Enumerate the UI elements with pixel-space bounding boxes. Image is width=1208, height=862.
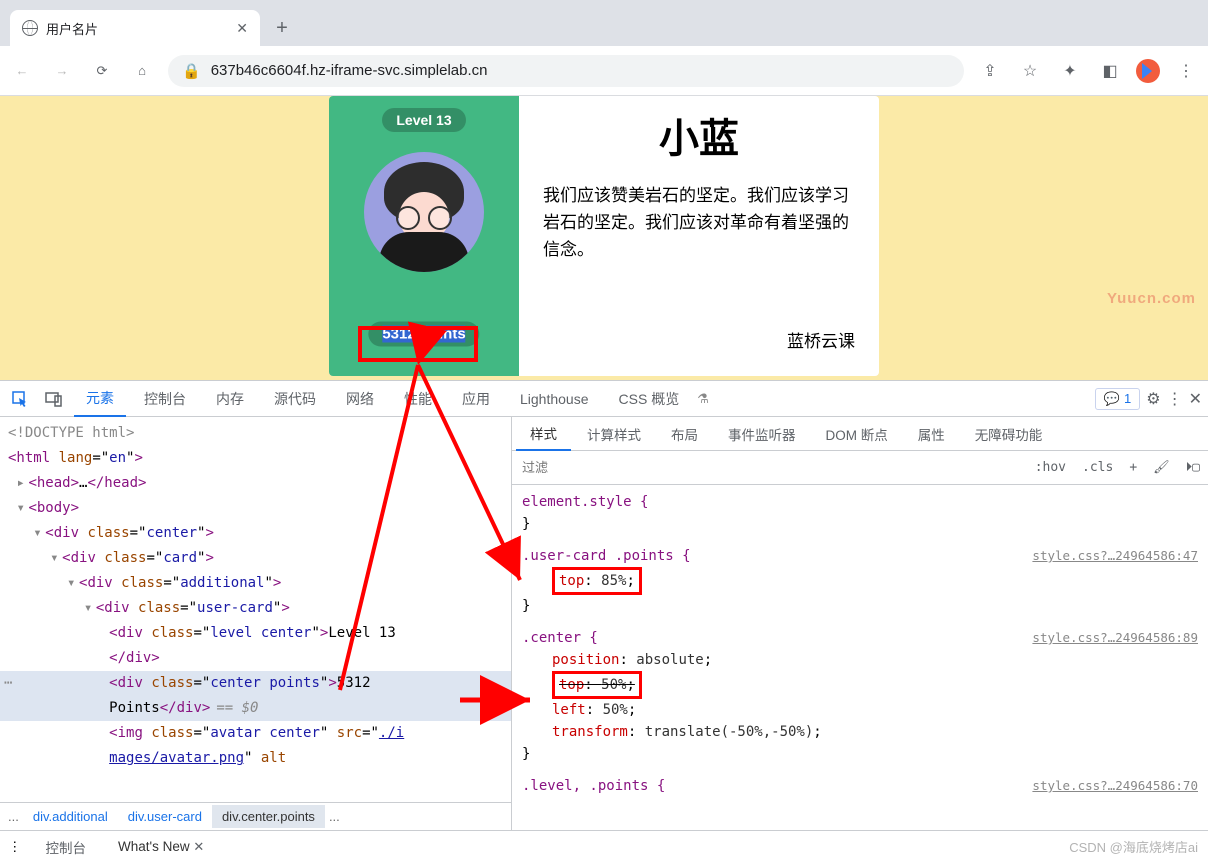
reload-icon[interactable]: ⟳ xyxy=(88,57,116,85)
more-icon[interactable]: ⋮ xyxy=(1167,389,1183,409)
extensions-icon[interactable]: ✦ xyxy=(1056,61,1084,81)
tab-elements[interactable]: 元素 xyxy=(74,380,126,417)
share-icon[interactable]: ⇪ xyxy=(976,61,1004,81)
panel-toggle-icon[interactable]: ⏵▢ xyxy=(1178,460,1208,475)
tab-console[interactable]: 控制台 xyxy=(132,381,198,417)
star-icon[interactable]: ☆ xyxy=(1016,61,1044,81)
card-name: 小蓝 xyxy=(543,106,855,164)
tab-styles[interactable]: 样式 xyxy=(516,417,571,451)
breadcrumb[interactable]: ... div.additional div.user-card div.cen… xyxy=(0,802,511,830)
annotation-box-points xyxy=(358,326,478,362)
tab-a11y[interactable]: 无障碍功能 xyxy=(961,417,1057,451)
tab-layout[interactable]: 布局 xyxy=(657,417,712,451)
browser-tab[interactable]: 用户名片 ✕ xyxy=(10,10,260,46)
nav-back-icon[interactable]: ← xyxy=(8,57,36,85)
url-bar: ← → ⟳ ⌂ 🔒 637b46c6604f.hz-iframe-svc.sim… xyxy=(0,46,1208,96)
card-right: 小蓝 我们应该赞美岩石的坚定。我们应该学习岩石的坚定。我们应该对革命有着坚强的信… xyxy=(519,96,879,376)
tab-memory[interactable]: 内存 xyxy=(204,381,256,417)
tab-title: 用户名片 xyxy=(46,19,228,38)
drawer-tab-console[interactable]: 控制台 xyxy=(38,833,95,861)
devtools: 元素 控制台 内存 源代码 网络 性能 应用 Lighthouse CSS 概览… xyxy=(0,380,1208,862)
tab-props[interactable]: 属性 xyxy=(904,417,959,451)
styles-panel: 样式 计算样式 布局 事件监听器 DOM 断点 属性 无障碍功能 :hov .c… xyxy=(512,417,1208,830)
page-viewport: Level 13 5312 Points 小蓝 我们应该赞美岩石的坚定。我们应该… xyxy=(0,96,1208,380)
tab-css-overview[interactable]: CSS 概览 xyxy=(607,381,692,417)
tab-listeners[interactable]: 事件监听器 xyxy=(714,417,810,451)
tab-dom-bp[interactable]: DOM 断点 xyxy=(812,417,902,451)
close-tab-icon[interactable]: ✕ xyxy=(236,20,248,37)
tab-sources[interactable]: 源代码 xyxy=(262,381,328,417)
watermark: Yuucn.com xyxy=(1107,290,1196,307)
browser-tabstrip: 用户名片 ✕ + xyxy=(0,0,1208,46)
device-icon[interactable] xyxy=(40,385,68,413)
side-panel-icon[interactable]: ◧ xyxy=(1096,61,1124,81)
lock-icon: 🔒 xyxy=(182,62,201,80)
home-icon[interactable]: ⌂ xyxy=(128,57,156,85)
devtools-drawer: ⋮ 控制台 What's New ✕ xyxy=(0,830,1208,862)
nav-forward-icon[interactable]: → xyxy=(48,57,76,85)
profile-avatar-icon[interactable] xyxy=(1136,59,1160,83)
flask-icon: ⚗ xyxy=(697,391,709,407)
card-signature: 蓝桥云课 xyxy=(543,327,855,352)
sidebar-tabs: 样式 计算样式 布局 事件监听器 DOM 断点 属性 无障碍功能 xyxy=(512,417,1208,451)
address-bar[interactable]: 🔒 637b46c6604f.hz-iframe-svc.simplelab.c… xyxy=(168,55,964,87)
tab-lighthouse[interactable]: Lighthouse xyxy=(508,383,601,415)
devtools-tabbar: 元素 控制台 内存 源代码 网络 性能 应用 Lighthouse CSS 概览… xyxy=(0,381,1208,417)
level-badge: Level 13 xyxy=(382,108,465,132)
new-style-button[interactable]: + xyxy=(1121,460,1145,475)
tab-performance[interactable]: 性能 xyxy=(392,381,444,417)
kebab-menu-icon[interactable]: ⋮ xyxy=(1172,61,1200,81)
styles-filter-input[interactable] xyxy=(512,460,1027,475)
card-desc: 我们应该赞美岩石的坚定。我们应该学习岩石的坚定。我们应该对革命有着坚强的信念。 xyxy=(543,182,855,264)
paint-icon[interactable]: 🖌 xyxy=(1145,460,1178,475)
issues-button[interactable]: 💬1 xyxy=(1095,388,1140,410)
tab-computed[interactable]: 计算样式 xyxy=(573,417,655,451)
close-icon[interactable]: ✕ xyxy=(193,839,204,854)
styles-filter-bar: :hov .cls + 🖌 ⏵▢ xyxy=(512,451,1208,485)
hov-button[interactable]: :hov xyxy=(1027,460,1074,475)
tab-network[interactable]: 网络 xyxy=(334,381,386,417)
tab-application[interactable]: 应用 xyxy=(450,381,502,417)
inspect-icon[interactable] xyxy=(6,385,34,413)
drawer-tab-whatsnew[interactable]: What's New ✕ xyxy=(110,835,212,859)
elements-panel: <!DOCTYPE html> <html lang="en"> ▸<head>… xyxy=(0,417,512,830)
url-text: 637b46c6604f.hz-iframe-svc.simplelab.cn xyxy=(211,62,488,79)
watermark-bottom: CSDN @海底烧烤店ai xyxy=(1069,837,1198,856)
chat-icon: 💬 xyxy=(1104,391,1120,407)
globe-icon xyxy=(22,20,38,36)
avatar xyxy=(364,152,484,272)
dom-tree[interactable]: <!DOCTYPE html> <html lang="en"> ▸<head>… xyxy=(0,417,511,802)
cls-button[interactable]: .cls xyxy=(1074,460,1121,475)
new-tab-button[interactable]: + xyxy=(268,14,296,42)
styles-list[interactable]: element.style {} .user-card .points {sty… xyxy=(512,485,1208,830)
drawer-menu-icon[interactable]: ⋮ xyxy=(8,839,22,855)
close-devtools-icon[interactable]: ✕ xyxy=(1189,389,1202,409)
settings-icon[interactable]: ⚙ xyxy=(1146,389,1160,409)
